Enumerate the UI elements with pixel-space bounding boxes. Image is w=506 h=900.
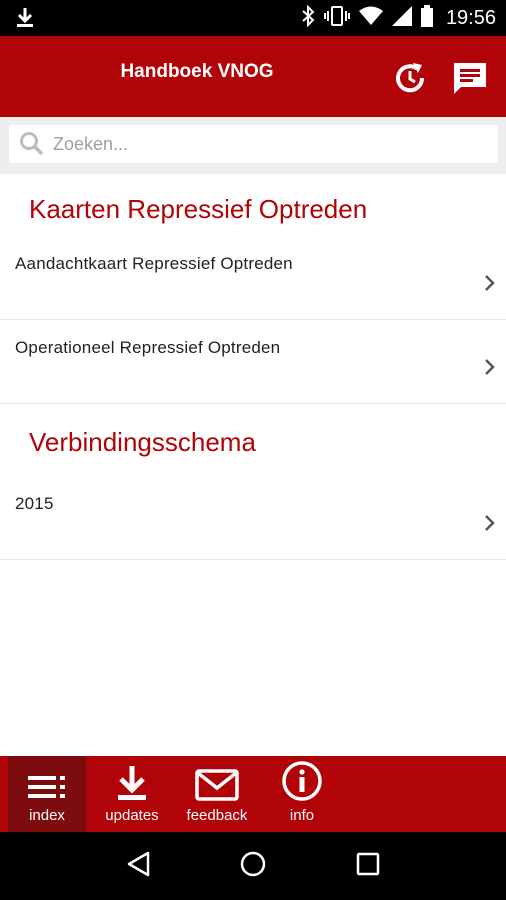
bottom-tab-bar: index updates feedback info [0,756,506,832]
section-title: Kaarten Repressief Optreden [29,193,368,224]
list-menu-icon [26,756,68,802]
app-title: Handboek VNOG [120,61,274,82]
home-button[interactable] [233,846,273,886]
download-icon [115,756,149,802]
chevron-right-icon [484,274,496,297]
index-list: Kaarten Repressief Optreden Aandachtkaar… [0,174,506,560]
chevron-right-icon [484,358,496,381]
search-icon [17,129,47,159]
signal-icon [391,5,412,31]
list-item[interactable]: Aandachtkaart Repressief Optreden [0,236,506,320]
section-title: Verbindingsschema [29,426,256,457]
list-item[interactable]: 2015 [0,476,506,560]
chat-button[interactable] [450,60,490,100]
vibrate-icon [323,5,350,32]
chat-icon [451,59,489,102]
battery-icon [420,4,433,32]
list-item-label: Operationeel Repressief Optreden [15,338,281,357]
back-button[interactable] [118,846,158,886]
tab-label: updates [105,807,159,824]
tab-label: feedback [186,807,248,824]
wifi-icon [358,6,383,31]
search-input[interactable] [53,133,473,155]
list-item[interactable]: Operationeel Repressief Optreden [0,320,506,404]
clock: 19:56 [445,6,496,29]
tab-updates[interactable]: updates [93,756,171,832]
section-verbindingsschema: Verbindingsschema 2015 [0,404,506,560]
tab-label: info [289,807,315,824]
system-nav-bar [0,832,506,900]
home-icon [239,850,267,883]
list-item-label: 2015 [15,494,54,513]
recents-icon [355,851,381,882]
tab-index[interactable]: index [8,756,86,832]
back-icon [125,850,151,883]
info-icon [281,756,323,802]
refresh-history-icon [391,59,429,102]
status-bar: 19:56 [0,0,506,36]
tab-feedback[interactable]: feedback [178,756,256,832]
search-box[interactable] [9,125,498,163]
chevron-right-icon [484,514,496,537]
download-icon [14,7,36,34]
search-bar [0,117,506,174]
bluetooth-icon [301,4,315,32]
mail-icon [195,756,239,802]
app-bar: Handboek VNOG [0,36,506,117]
tab-label: index [29,807,65,824]
recents-button[interactable] [348,846,388,886]
tab-info[interactable]: info [263,756,341,832]
section-kaarten: Kaarten Repressief Optreden Aandachtkaar… [0,174,506,404]
list-item-label: Aandachtkaart Repressief Optreden [15,254,293,273]
refresh-button[interactable] [390,60,430,100]
